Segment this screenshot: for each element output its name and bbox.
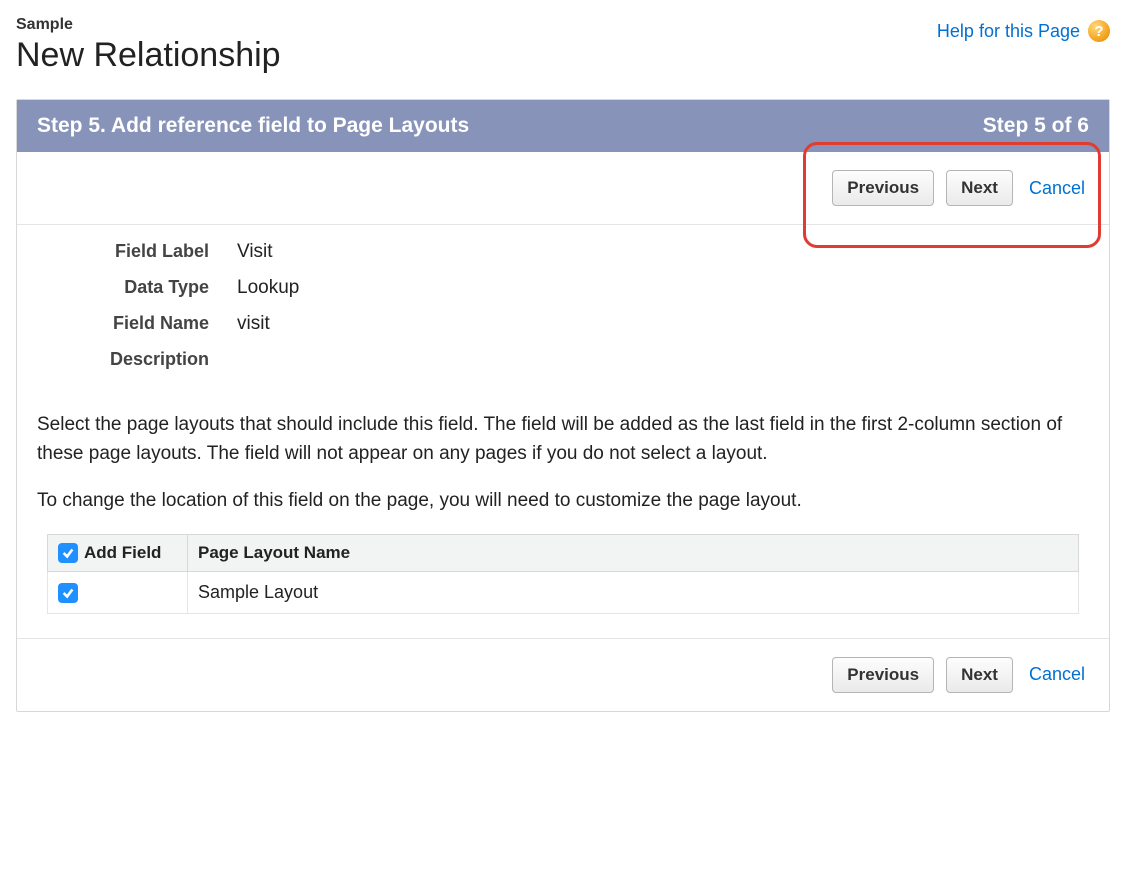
field-summary: Field Label Visit Data Type Lookup Field… — [17, 225, 1109, 392]
instructions-para-1: Select the page layouts that should incl… — [17, 411, 1109, 468]
select-all-checkbox[interactable] — [58, 543, 78, 563]
previous-button-bottom[interactable]: Previous — [832, 657, 934, 693]
button-row-top: Previous Next Cancel — [17, 152, 1109, 225]
table-row: Sample Layout — [48, 571, 1079, 613]
step-header: Step 5. Add reference field to Page Layo… — [17, 100, 1109, 152]
previous-button[interactable]: Previous — [832, 170, 934, 206]
next-button[interactable]: Next — [946, 170, 1013, 206]
step-counter: Step 5 of 6 — [983, 114, 1089, 138]
col-add-field-label: Add Field — [84, 543, 161, 563]
row-checkbox[interactable] — [58, 583, 78, 603]
cancel-link-bottom[interactable]: Cancel — [1025, 658, 1089, 691]
button-row-bottom: Previous Next Cancel — [17, 638, 1109, 711]
help-label: Help for this Page — [937, 21, 1080, 42]
col-layout-name: Page Layout Name — [188, 534, 1079, 571]
field-label-value: Visit — [237, 241, 273, 263]
wizard-panel: Step 5. Add reference field to Page Layo… — [16, 99, 1110, 712]
step-title: Step 5. Add reference field to Page Layo… — [37, 114, 469, 138]
data-type-value: Lookup — [237, 277, 299, 299]
next-button-bottom[interactable]: Next — [946, 657, 1013, 693]
help-for-page-link[interactable]: Help for this Page ? — [937, 16, 1110, 42]
page-title: New Relationship — [16, 36, 281, 75]
page-layout-table: Add Field Page Layout Name Sample Layout — [47, 534, 1079, 614]
data-type-label: Data Type — [37, 277, 237, 298]
breadcrumb: Sample — [16, 16, 281, 34]
col-add-field: Add Field — [48, 534, 188, 571]
field-name-label: Field Name — [37, 313, 237, 334]
field-name-value: visit — [237, 313, 270, 335]
help-icon: ? — [1088, 20, 1110, 42]
description-label: Description — [37, 349, 237, 370]
cancel-link[interactable]: Cancel — [1025, 172, 1089, 205]
row-layout-name: Sample Layout — [188, 571, 1079, 613]
field-label-label: Field Label — [37, 241, 237, 262]
instructions-para-2: To change the location of this field on … — [17, 487, 1109, 516]
